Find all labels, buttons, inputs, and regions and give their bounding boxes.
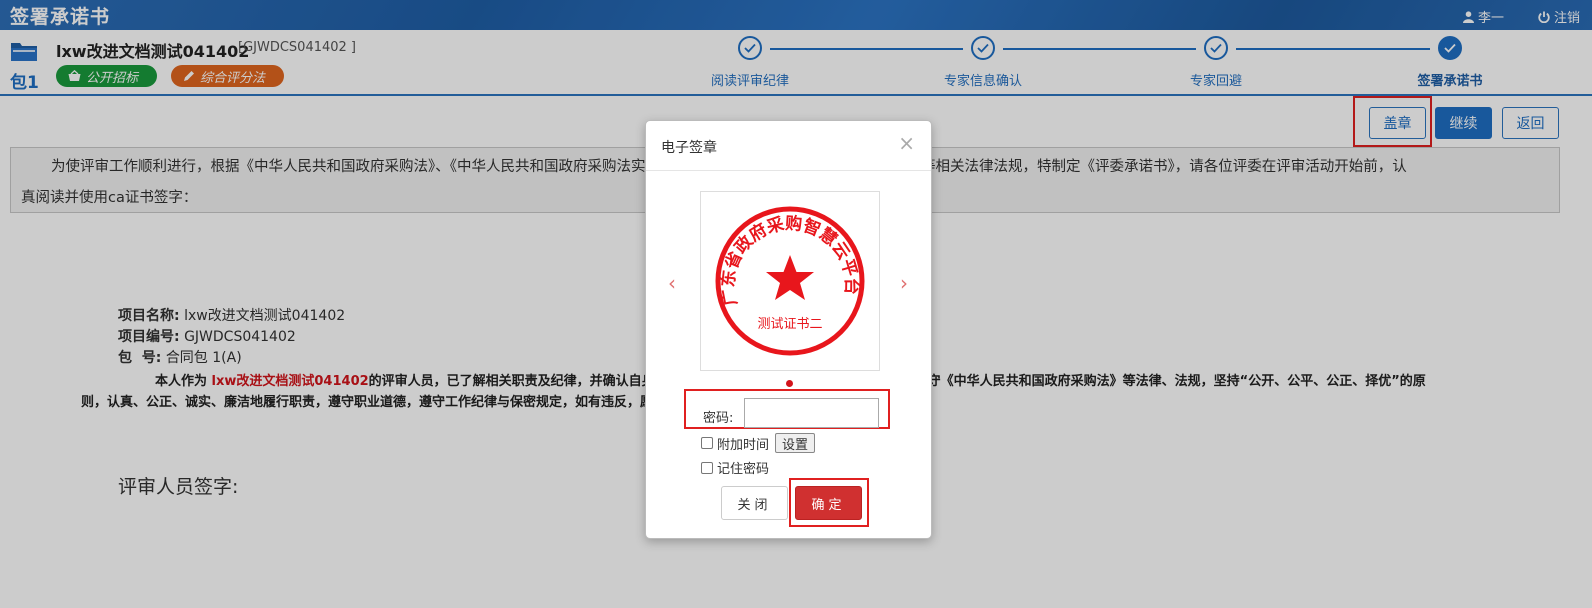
remember-row: 记住密码	[701, 458, 769, 477]
prev-seal-arrow[interactable]: ‹	[668, 271, 676, 295]
confirm-button[interactable]: 确定	[795, 486, 862, 520]
add-time-checkbox[interactable]	[701, 437, 713, 449]
dialog-title: 电子签章	[661, 140, 717, 156]
remember-password-checkbox[interactable]	[701, 461, 713, 474]
e-seal-dialog: 电子签章 × ‹ › 广东省政府采购智慧云平台 测试证书二 密码: 附加时间 设…	[645, 120, 932, 539]
carousel-indicator[interactable]	[786, 380, 793, 387]
seal-image: 广东省政府采购智慧云平台 测试证书二	[715, 206, 865, 356]
next-seal-arrow[interactable]: ›	[900, 271, 908, 295]
dialog-close-button[interactable]: 关闭	[721, 486, 788, 520]
settings-button[interactable]: 设置	[775, 433, 816, 453]
close-icon[interactable]: ×	[898, 133, 915, 153]
seal-preview: 广东省政府采购智慧云平台 测试证书二	[700, 191, 880, 371]
seal-bottom-text: 测试证书二	[757, 317, 822, 332]
add-time-row: 附加时间 设置	[701, 433, 816, 453]
password-label: 密码:	[703, 411, 734, 426]
dialog-header: 电子签章 ×	[646, 121, 931, 171]
remember-password-label: 记住密码	[717, 462, 770, 477]
password-input[interactable]	[744, 398, 879, 428]
add-time-label: 附加时间	[717, 437, 770, 453]
